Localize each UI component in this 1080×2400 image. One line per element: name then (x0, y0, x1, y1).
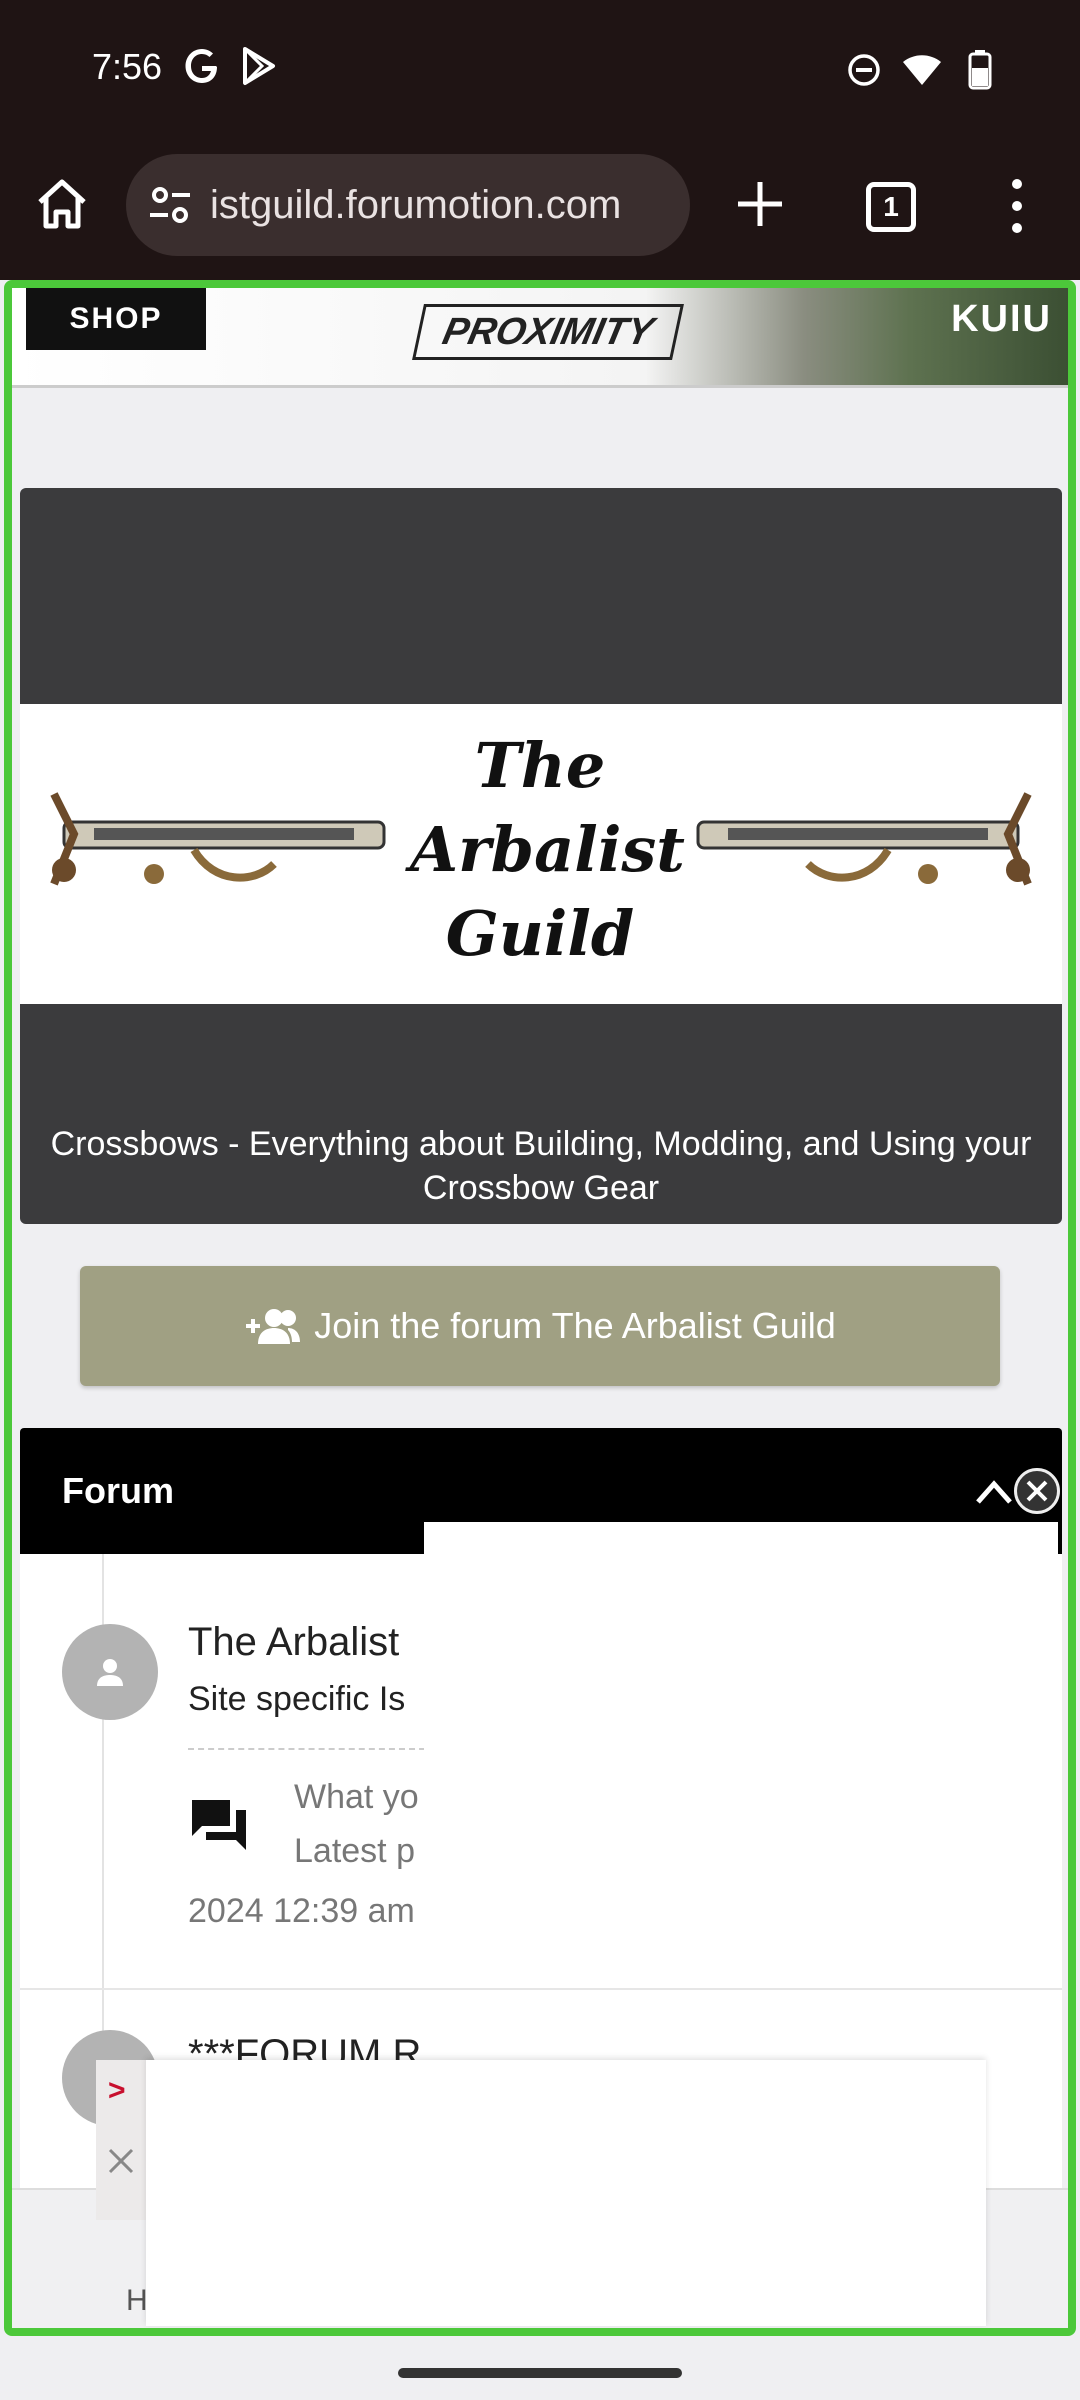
last-post-label: Latest p (294, 1832, 415, 1870)
banner-shop-label[interactable]: SHOP (26, 288, 206, 350)
forum-logo: The Arbalist Guild (20, 704, 1062, 1004)
status-time: 7:56 (92, 46, 163, 87)
wifi-icon (903, 55, 941, 85)
user-icon (97, 1659, 123, 1686)
add-user-icon (246, 1309, 301, 1344)
forum-logo-text: The Arbalist Guild (410, 724, 685, 984)
new-tab-icon[interactable] (730, 174, 790, 234)
crossbow-left-icon (50, 792, 386, 886)
google-g-icon (185, 49, 217, 83)
tab-count: 1 (883, 191, 899, 222)
logo-line-1: The (474, 729, 606, 802)
do-not-disturb-icon (848, 54, 880, 86)
close-icon (1026, 1480, 1048, 1502)
ad-banner[interactable]: SHOP PROXIMITY KUIU (12, 288, 1068, 388)
last-post-title[interactable]: What yo (294, 1778, 419, 1817)
chevron-up-icon[interactable] (972, 1472, 1016, 1512)
ad-close-button[interactable] (1014, 1468, 1060, 1514)
gesture-area (0, 2336, 1080, 2400)
ad-info-arrow-icon[interactable]: > (108, 2074, 126, 2108)
forum-header-card: The Arbalist Guild Crossbows - Everythin… (20, 488, 1062, 1224)
join-forum-label: Join the forum The Arbalist Guild (314, 1305, 836, 1346)
row-separator (20, 1988, 1062, 1990)
url-text[interactable]: istguild.forumotion.com (210, 183, 621, 228)
more-options-icon[interactable] (1000, 176, 1034, 236)
forum-chat-icon (192, 1800, 246, 1850)
status-right-icons (846, 48, 998, 92)
site-settings-icon[interactable] (144, 179, 196, 231)
home-icon[interactable] (34, 176, 90, 232)
url-bar[interactable]: istguild.forumotion.com (126, 154, 690, 256)
logo-line-2: Arbalist (410, 813, 685, 886)
status-bar: 7:56 (0, 0, 1080, 136)
status-left-icons (182, 44, 278, 88)
browser-toolbar: istguild.forumotion.com 1 (0, 136, 1080, 280)
join-forum-button[interactable]: Join the forum The Arbalist Guild (80, 1266, 1000, 1386)
forum-tagline: Crossbows - Everything about Building, M… (50, 1125, 1032, 1207)
web-content: SHOP PROXIMITY KUIU The Arbalist Guild C… (0, 280, 1080, 2336)
logo-line-3: Guild (445, 897, 635, 970)
ad-side-controls: > (96, 2060, 146, 2220)
play-store-icon (243, 47, 275, 85)
ad-overlay-panel[interactable] (424, 1522, 1058, 1962)
banner-proximity-logo: PROXIMITY (412, 304, 684, 360)
forum-category-title: Forum (62, 1470, 174, 1511)
ad-dismiss-icon[interactable] (106, 2146, 136, 2176)
battery-icon (968, 50, 992, 90)
home-gesture-handle[interactable] (398, 2368, 682, 2378)
last-post-date: 2024 12:39 am (188, 1892, 415, 1930)
forum-row-description: Site specific Is (188, 1680, 406, 1718)
tab-switcher-button[interactable]: 1 (866, 182, 916, 232)
avatar (62, 1624, 158, 1720)
forum-row-title[interactable]: The Arbalist (188, 1620, 399, 1665)
crossbow-right-icon (696, 792, 1032, 886)
bottom-bar-text: H (126, 2284, 148, 2317)
banner-kuiu-logo: KUIU (951, 298, 1052, 340)
bottom-ad-banner[interactable] (146, 2060, 986, 2326)
